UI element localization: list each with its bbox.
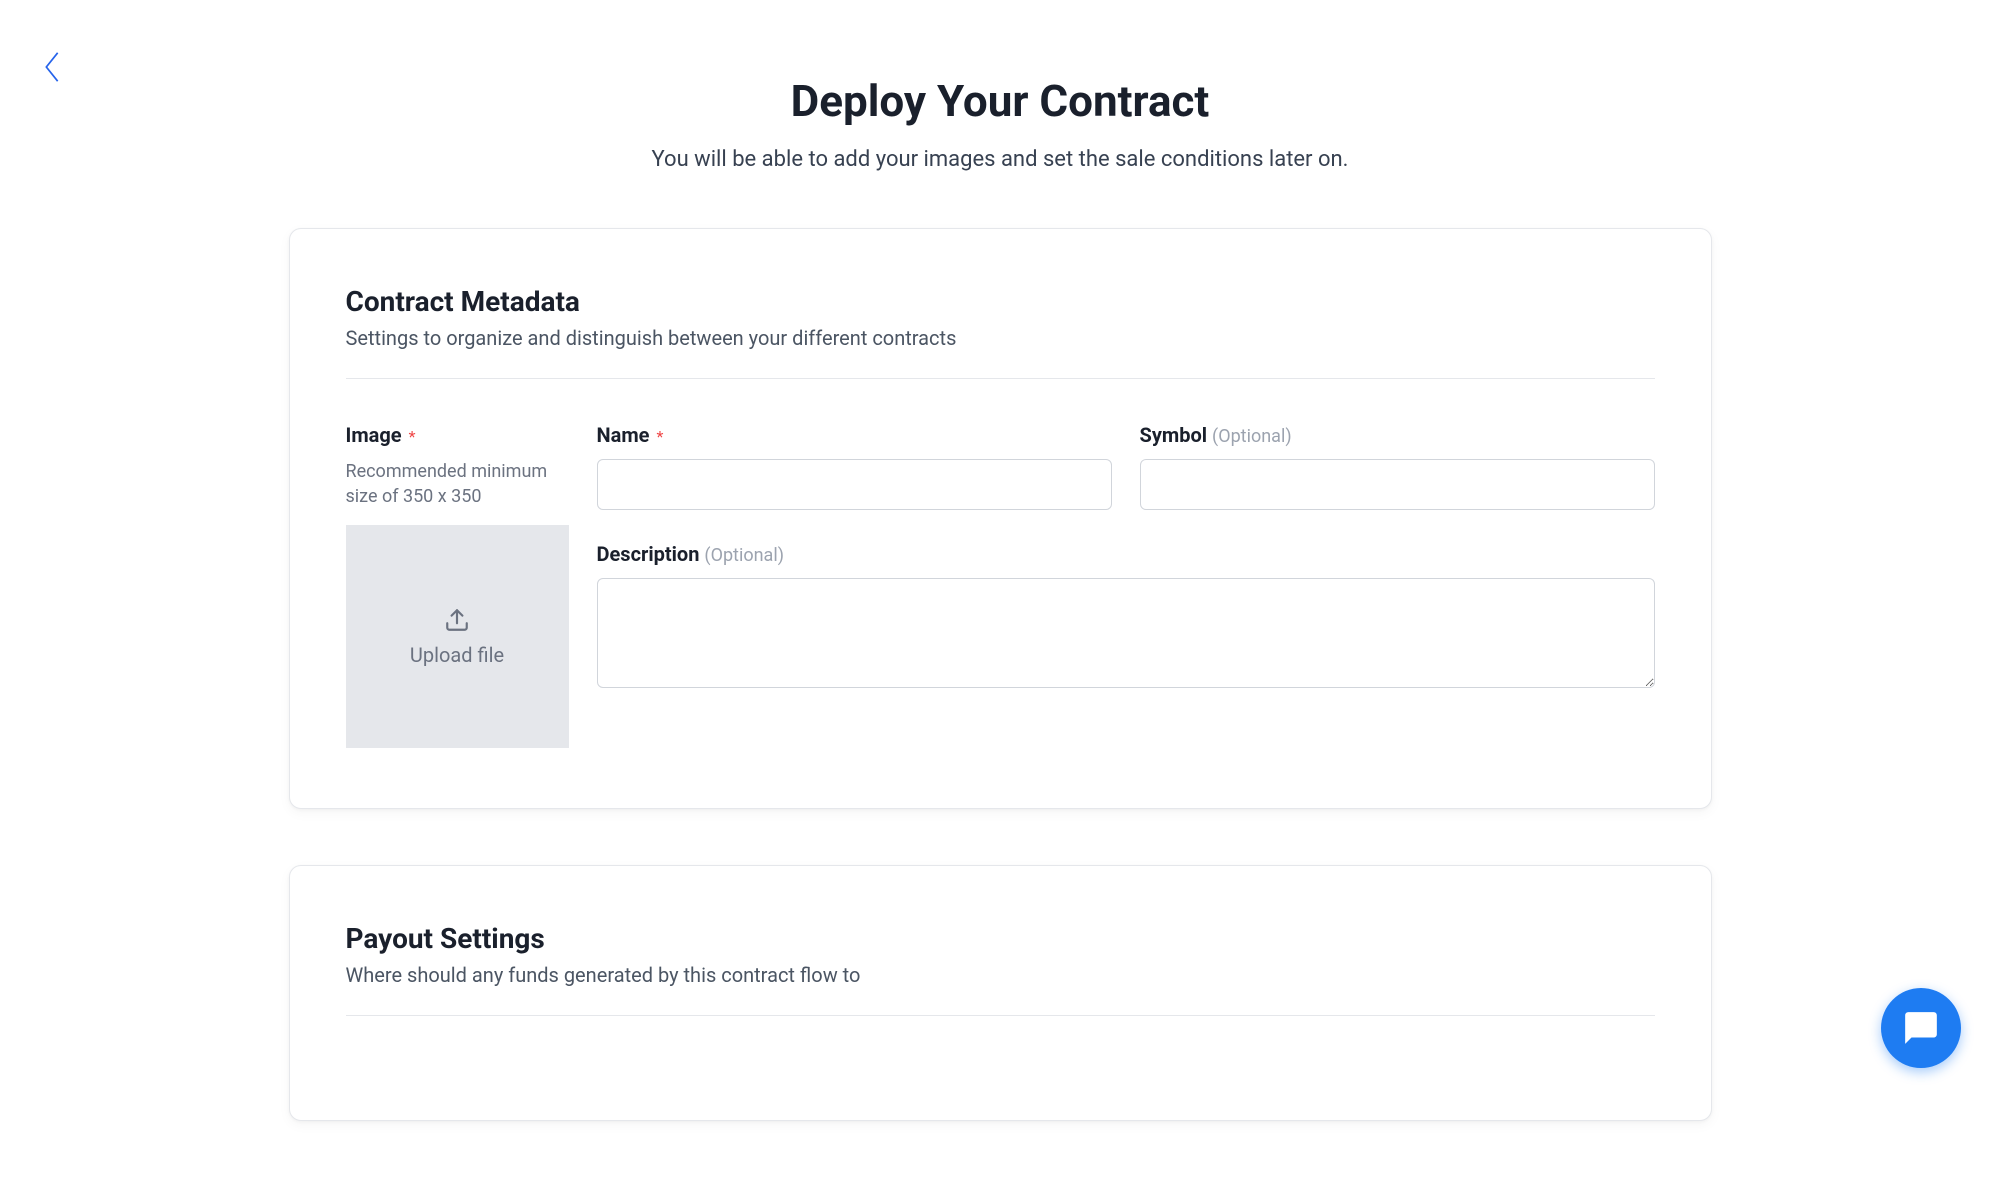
page-header: Deploy Your Contract You will be able to… [289,75,1712,172]
payout-section-subtitle: Where should any funds generated by this… [346,963,1655,987]
required-mark: * [409,427,416,446]
chat-icon [1902,1009,1940,1047]
name-input[interactable] [597,459,1112,510]
required-mark: * [656,427,663,446]
symbol-input[interactable] [1140,459,1655,510]
page-title: Deploy Your Contract [289,75,1712,127]
page-subtitle: You will be able to add your images and … [289,147,1712,172]
optional-mark: (Optional) [704,545,784,566]
metadata-section-subtitle: Settings to organize and distinguish bet… [346,326,1655,350]
divider [346,378,1655,379]
image-upload-box[interactable]: Upload file [346,525,569,748]
optional-mark: (Optional) [1212,426,1292,447]
payout-section-title: Payout Settings [346,922,1655,955]
description-input[interactable] [597,578,1655,688]
chevron-left-icon [42,50,62,84]
image-hint: Recommended minimum size of 350 x 350 [346,459,569,509]
metadata-section-title: Contract Metadata [346,285,1655,318]
payout-settings-card: Payout Settings Where should any funds g… [289,865,1712,1121]
back-button[interactable] [42,50,62,88]
image-label: Image * [346,423,569,447]
contract-metadata-card: Contract Metadata Settings to organize a… [289,228,1712,809]
chat-button[interactable] [1881,988,1961,1068]
divider [346,1015,1655,1016]
upload-text: Upload file [410,643,504,667]
symbol-label: Symbol (Optional) [1140,423,1655,447]
name-label: Name * [597,423,1112,447]
upload-icon [444,607,470,633]
description-label: Description (Optional) [597,542,1655,566]
